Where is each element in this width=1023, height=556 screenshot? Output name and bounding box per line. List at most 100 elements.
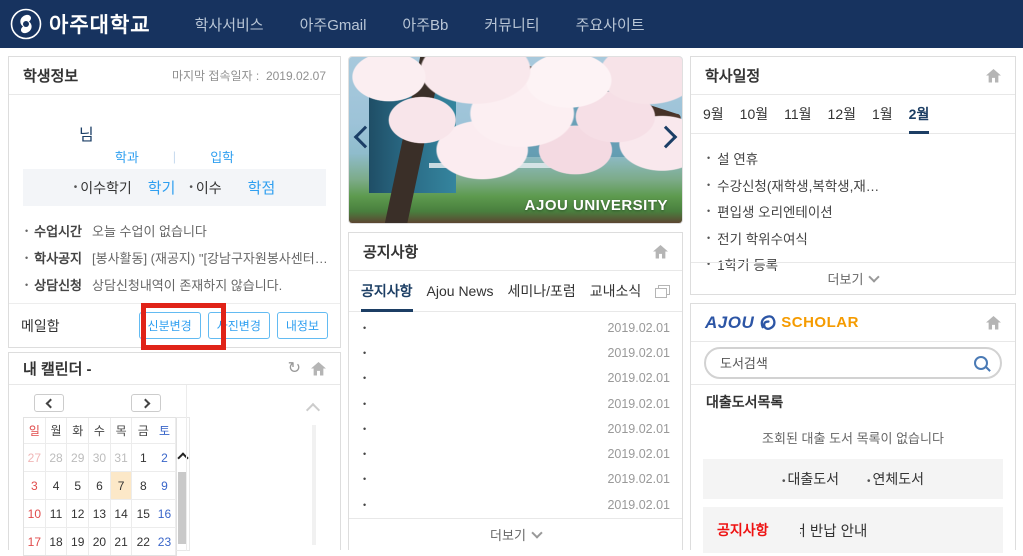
- calendar-day-cell[interactable]: 21: [111, 527, 133, 555]
- calendar-day-cell[interactable]: 18: [46, 527, 68, 555]
- calendar-day-cell[interactable]: 15: [132, 499, 154, 527]
- calendar-day-cell[interactable]: 1: [132, 443, 154, 471]
- search-icon[interactable]: [974, 356, 988, 370]
- calendar-day-cell[interactable]: 28: [46, 443, 68, 471]
- admission-link[interactable]: 입학: [210, 147, 234, 166]
- month-tab[interactable]: 9월: [703, 95, 724, 133]
- calendar-day-cell[interactable]: 20: [89, 527, 111, 555]
- calendar-day-cell[interactable]: 23: [154, 527, 176, 555]
- notices-more-button[interactable]: 더보기: [349, 518, 682, 550]
- refresh-icon[interactable]: ↻: [288, 361, 301, 377]
- dept-admission-row: 학과 | 입학: [9, 147, 340, 166]
- library-notice-text[interactable]: 서 반납 안내: [793, 520, 868, 541]
- notice-date: 2019.02.01: [607, 422, 670, 436]
- department-link[interactable]: 학과: [115, 147, 139, 166]
- university-logo[interactable]: 아주대학교: [10, 8, 151, 40]
- calendar-day-cell[interactable]: 17: [24, 527, 46, 555]
- nav-menu-item[interactable]: 아주Gmail: [300, 14, 367, 35]
- calendar-day-cell[interactable]: 19: [67, 527, 89, 555]
- info-row[interactable]: • 학사공지 [봉사활동] (재공지) "[강남구자원봉사센터]…: [25, 244, 330, 271]
- month-tab[interactable]: 10월: [740, 95, 768, 133]
- calendar-day-cell[interactable]: 27: [24, 443, 46, 471]
- bullet: •: [25, 280, 28, 290]
- nav-menu-item[interactable]: 아주Bb: [402, 14, 448, 35]
- calendar-day-cell[interactable]: 12: [67, 499, 89, 527]
- notice-item[interactable]: • 2019.02.01: [363, 492, 670, 517]
- calendar-day-cell[interactable]: 4: [46, 471, 68, 499]
- home-icon[interactable]: [311, 362, 326, 376]
- bullet: •: [363, 500, 366, 510]
- info-row-label: 학사공지: [34, 248, 82, 267]
- notice-item[interactable]: • 2019.02.01: [363, 340, 670, 365]
- scholar-logo[interactable]: AJOU SCHOLAR: [705, 313, 859, 333]
- home-icon[interactable]: [986, 316, 1001, 330]
- logo-text: 아주대학교: [49, 9, 151, 39]
- profile-action-button[interactable]: 내정보: [277, 312, 328, 339]
- calendar-day-cell[interactable]: 8: [132, 471, 154, 499]
- calendar-day-cell[interactable]: 16: [154, 499, 176, 527]
- home-icon[interactable]: [986, 69, 1001, 83]
- calendar-day-cell[interactable]: 3: [24, 471, 46, 499]
- library-notice-label[interactable]: 공지사항: [717, 520, 769, 540]
- calendar-day-cell[interactable]: 14: [111, 499, 133, 527]
- notice-tab[interactable]: 교내소식: [590, 271, 642, 311]
- notice-tab[interactable]: Ajou News: [427, 271, 494, 311]
- info-row[interactable]: • 수업시간 오늘 수업이 없습니다: [25, 217, 330, 244]
- calendar-day-cell[interactable]: 11: [46, 499, 68, 527]
- calendar-day-cell[interactable]: 2: [154, 443, 176, 471]
- my-calendar-panel: 내 캘린더 - ↻ 일월화수목금토 2728293031123456789101…: [8, 352, 341, 550]
- notice-item[interactable]: • 2019.02.01: [363, 391, 670, 416]
- calendar-day-cell[interactable]: 22: [132, 527, 154, 555]
- info-row[interactable]: • 상담신청 상담신청내역이 존재하지 않습니다.: [25, 271, 330, 298]
- bullet: •: [25, 226, 28, 236]
- student-name-suffix: 님: [79, 121, 94, 145]
- schedule-more-button[interactable]: 더보기: [691, 262, 1015, 294]
- month-tab[interactable]: 12월: [828, 95, 856, 133]
- scholar-logo-scholar: SCHOLAR: [781, 314, 859, 331]
- calendar-day-cell[interactable]: 7: [111, 471, 133, 499]
- panel-scroll-up-icon[interactable]: [306, 403, 320, 417]
- calendar-day-cell[interactable]: 9: [154, 471, 176, 499]
- chevron-left-icon: [45, 398, 55, 408]
- calendar-day-header: 화: [67, 418, 89, 443]
- mailbox-link[interactable]: 메일함: [21, 316, 60, 336]
- loan-tab[interactable]: 연체도서: [867, 469, 924, 489]
- calendar-day-cell[interactable]: 6: [89, 471, 111, 499]
- book-search-pill: [704, 347, 1002, 379]
- loan-tab[interactable]: 대출도서: [782, 469, 839, 489]
- nav-menu-item[interactable]: 학사서비스: [195, 14, 264, 35]
- schedule-item[interactable]: • 편입생 오리엔테이션: [707, 198, 1001, 225]
- nav-menu-item[interactable]: 주요사이트: [576, 14, 645, 35]
- book-search-input[interactable]: [718, 355, 974, 372]
- schedule-item-text: 수강신청(재학생,복학생,재…: [717, 175, 879, 195]
- notice-tab[interactable]: 공지사항: [361, 271, 413, 311]
- month-tab[interactable]: 1월: [872, 95, 893, 133]
- credit-unit-link[interactable]: 학점: [248, 177, 276, 198]
- calendar-day-cell[interactable]: 31: [111, 443, 133, 471]
- calendar-day-cell[interactable]: 30: [89, 443, 111, 471]
- semester-unit-link[interactable]: 학기: [148, 177, 176, 198]
- calendar-day-cell[interactable]: 10: [24, 499, 46, 527]
- calendar-day-cell[interactable]: 29: [67, 443, 89, 471]
- notice-item[interactable]: • 2019.02.01: [363, 366, 670, 391]
- schedule-item[interactable]: • 수강신청(재학생,복학생,재…: [707, 172, 1001, 199]
- profile-action-button[interactable]: 신분변경: [139, 312, 201, 339]
- notice-item[interactable]: • 2019.02.01: [363, 315, 670, 340]
- profile-action-button[interactable]: 사진변경: [208, 312, 270, 339]
- schedule-item[interactable]: • 전기 학위수여식: [707, 225, 1001, 252]
- month-tab[interactable]: 11월: [784, 95, 811, 133]
- calendar-prev-button[interactable]: [34, 394, 64, 412]
- panel-scrollbar-track[interactable]: [312, 425, 316, 545]
- notice-item[interactable]: • 2019.02.01: [363, 467, 670, 492]
- nav-menu-item[interactable]: 커뮤니티: [484, 14, 539, 35]
- month-tab[interactable]: 2월: [909, 95, 930, 133]
- open-windows-icon[interactable]: [658, 285, 670, 295]
- calendar-day-cell[interactable]: 5: [67, 471, 89, 499]
- notice-item[interactable]: • 2019.02.01: [363, 441, 670, 466]
- calendar-next-button[interactable]: [131, 394, 161, 412]
- calendar-day-cell[interactable]: 13: [89, 499, 111, 527]
- notice-tab[interactable]: 세미나/포럼: [507, 271, 575, 311]
- notice-item[interactable]: • 2019.02.01: [363, 416, 670, 441]
- home-icon[interactable]: [653, 245, 668, 259]
- schedule-item[interactable]: • 설 연휴: [707, 145, 1001, 172]
